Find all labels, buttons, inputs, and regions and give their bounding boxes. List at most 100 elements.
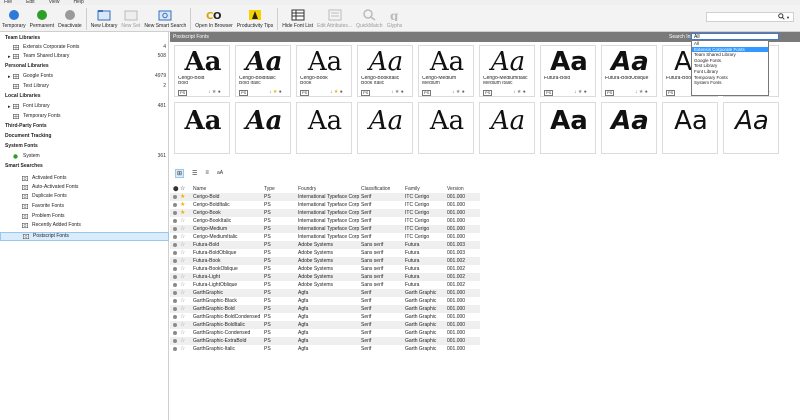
- favorite-star-icon[interactable]: ☆: [180, 241, 185, 249]
- font-tile[interactable]: Aa: [723, 102, 779, 154]
- favorite-star-icon[interactable]: ☆: [180, 297, 185, 305]
- favorite-star-icon[interactable]: ☆: [180, 265, 185, 273]
- open-in-browser-button[interactable]: C O Open In Browser: [193, 5, 235, 32]
- font-tile[interactable]: Aa Cerigo-Medium Medium PS ↓ ★ ●: [418, 45, 474, 97]
- sidebar-header-document-tracking[interactable]: Document Tracking: [0, 132, 169, 141]
- activate-arrow-icon[interactable]: ↓: [635, 89, 638, 95]
- sidebar-item-recently-added-fonts[interactable]: Recently Added Fonts: [0, 221, 169, 230]
- activation-dot-icon[interactable]: [173, 259, 177, 263]
- dropdown-option[interactable]: System Fonts: [692, 80, 768, 86]
- font-tile[interactable]: Aa: [357, 102, 413, 154]
- activation-dot-icon[interactable]: [173, 227, 177, 231]
- favorite-star-icon[interactable]: ★: [395, 89, 399, 95]
- activate-arrow-icon[interactable]: ↓: [513, 89, 516, 95]
- sidebar-item-problem-fonts[interactable]: Problem Fonts: [0, 212, 169, 221]
- favorite-star-icon[interactable]: ★: [180, 201, 185, 209]
- sidebar-header-team-libraries[interactable]: Team Libraries: [0, 34, 169, 43]
- activation-dot-icon[interactable]: [173, 323, 177, 327]
- sidebar-header-system-fonts[interactable]: System Fonts: [0, 142, 169, 151]
- permanent-button[interactable]: Permanent: [28, 5, 56, 32]
- table-row[interactable]: ☆ Futura-BookOblique PS Adobe Systems Sans s…: [170, 265, 480, 273]
- activate-arrow-icon[interactable]: ↓: [208, 89, 211, 95]
- favorite-star-icon[interactable]: ☆: [180, 337, 185, 345]
- deactivate-button[interactable]: Deactivate: [56, 5, 84, 32]
- table-row[interactable]: ☆ GarthGraphic-Bold PS Agfa Serif Garth Graph…: [170, 305, 480, 313]
- table-row[interactable]: ☆ GarthGraphic-BoldCondensed PS Agfa Serif Ga…: [170, 313, 480, 321]
- table-row[interactable]: ☆ Futura-Bold PS Adobe Systems Sans serif Fut…: [170, 241, 480, 249]
- activation-dot-icon[interactable]: [173, 307, 177, 311]
- sidebar-item-activated-fonts[interactable]: Activated Fonts: [0, 174, 169, 183]
- favorite-star-icon[interactable]: ☆: [180, 313, 185, 321]
- favorite-star-icon[interactable]: ☆: [180, 305, 185, 313]
- expand-arrow-icon[interactable]: ▸: [8, 103, 11, 112]
- search-dropdown-icon[interactable]: ▼: [786, 15, 790, 20]
- favorite-star-icon[interactable]: ☆: [180, 289, 185, 297]
- activation-dot-icon[interactable]: [173, 347, 177, 351]
- paragraph-view-icon[interactable]: ≡: [205, 170, 209, 176]
- activation-dot-icon[interactable]: ●: [340, 89, 343, 95]
- font-tile[interactable]: Aa: [479, 102, 535, 154]
- sidebar-header-smart-searches[interactable]: Smart Searches: [0, 162, 169, 171]
- favorite-star-icon[interactable]: ★: [334, 89, 338, 95]
- new-smart-search-button[interactable]: New Smart Search: [142, 5, 188, 32]
- sidebar-item-team-shared-library[interactable]: ▸ Team Shared Library 508: [0, 52, 169, 61]
- favorite-star-icon[interactable]: ★: [517, 89, 521, 95]
- font-tile[interactable]: Aa: [540, 102, 596, 154]
- activation-dot-icon[interactable]: [173, 267, 177, 271]
- search-in-select[interactable]: All: [691, 33, 779, 40]
- activate-arrow-icon[interactable]: ↓: [391, 89, 394, 95]
- activate-arrow-icon[interactable]: ↓: [330, 89, 333, 95]
- activation-dot-icon[interactable]: ●: [584, 89, 587, 95]
- activation-dot-icon[interactable]: [173, 291, 177, 295]
- font-tile[interactable]: Aa Cerigo-Bold Bold PS ↓ ★ ●: [174, 45, 230, 97]
- font-tile[interactable]: Aa Cerigo-BoldItalic Bold Italic PS ↓ ★ ●: [235, 45, 291, 97]
- new-library-button[interactable]: New Library: [89, 5, 120, 32]
- activation-dot-icon[interactable]: [173, 275, 177, 279]
- col-foundry[interactable]: Foundry: [298, 185, 316, 193]
- activation-dot-icon[interactable]: ●: [645, 89, 648, 95]
- font-tile[interactable]: Aa Futura-BoldOblique PS ↓ ★ ●: [601, 45, 657, 97]
- table-row[interactable]: ☆ Cerigo-MediumItalic PS International Type…: [170, 233, 480, 241]
- favorite-star-icon[interactable]: ★: [180, 209, 185, 217]
- favorite-star-icon[interactable]: ☆: [180, 281, 185, 289]
- favorite-star-icon[interactable]: ☆: [180, 273, 185, 281]
- sidebar-item-extensis-corporate-fonts[interactable]: Extensis Corporate Fonts 4: [0, 43, 169, 52]
- hide-font-list-button[interactable]: Hide Font List: [280, 5, 315, 32]
- favorite-star-icon[interactable]: ☆: [180, 321, 185, 329]
- favorite-star-icon[interactable]: ☆: [180, 225, 185, 233]
- sidebar-item-system[interactable]: System 361: [0, 152, 169, 161]
- sidebar-item-test-library[interactable]: Test Library 2: [0, 82, 169, 91]
- activation-dot-icon[interactable]: [173, 219, 177, 223]
- table-row[interactable]: ☆ GarthGraphic-Black PS Agfa Serif Garth Grap…: [170, 297, 480, 305]
- sidebar-item-postscript-fonts[interactable]: Postscript Fonts: [0, 232, 169, 241]
- font-tile[interactable]: Aa Cerigo-BookItalic Book Italic PS ↓ ★ ●: [357, 45, 413, 97]
- activation-dot-icon[interactable]: [173, 195, 177, 199]
- font-tile[interactable]: Aa: [296, 102, 352, 154]
- col-family[interactable]: Family: [405, 185, 420, 193]
- sidebar-item-google-fonts[interactable]: ▸ Google Fonts 4979: [0, 72, 169, 81]
- activation-dot-icon[interactable]: [173, 315, 177, 319]
- font-tile[interactable]: Aa Cerigo-MediumItalic Medium Italic PS ↓ ★ …: [479, 45, 535, 97]
- table-row[interactable]: ☆ GarthGraphic-Italic PS Agfa Serif Garth Gra…: [170, 345, 480, 353]
- font-tile[interactable]: Aa: [418, 102, 474, 154]
- table-row[interactable]: ☆ Futura-Book PS Adobe Systems Sans serif Fut…: [170, 257, 480, 265]
- tile-view-icon[interactable]: ⊞: [175, 168, 185, 178]
- sidebar-item-duplicate-fonts[interactable]: Duplicate Fonts: [0, 192, 169, 201]
- favorite-col-icon[interactable]: ☆: [180, 185, 185, 193]
- activation-dot-icon[interactable]: ●: [523, 89, 526, 95]
- col-classification[interactable]: Classification: [361, 185, 390, 193]
- favorite-star-icon[interactable]: ★: [180, 193, 185, 201]
- font-tile[interactable]: Aa Futura-Bold PS ↓ ★ ●: [540, 45, 596, 97]
- activation-dot-icon[interactable]: [173, 251, 177, 255]
- favorite-star-icon[interactable]: ★: [456, 89, 460, 95]
- table-row[interactable]: ★ Cerigo-Book PS International Typeface Cor…: [170, 209, 480, 217]
- favorite-star-icon[interactable]: ★: [578, 89, 582, 95]
- sidebar-header-local-libraries[interactable]: Local Libraries: [0, 92, 169, 101]
- activate-arrow-icon[interactable]: ↓: [269, 89, 272, 95]
- favorite-star-icon[interactable]: ☆: [180, 217, 185, 225]
- favorite-star-icon[interactable]: ☆: [180, 345, 185, 353]
- col-version[interactable]: Version: [447, 185, 464, 193]
- col-name[interactable]: Name: [193, 185, 206, 193]
- font-tile[interactable]: Aa: [174, 102, 230, 154]
- table-row[interactable]: ☆ Cerigo-Medium PS International Typeface C…: [170, 225, 480, 233]
